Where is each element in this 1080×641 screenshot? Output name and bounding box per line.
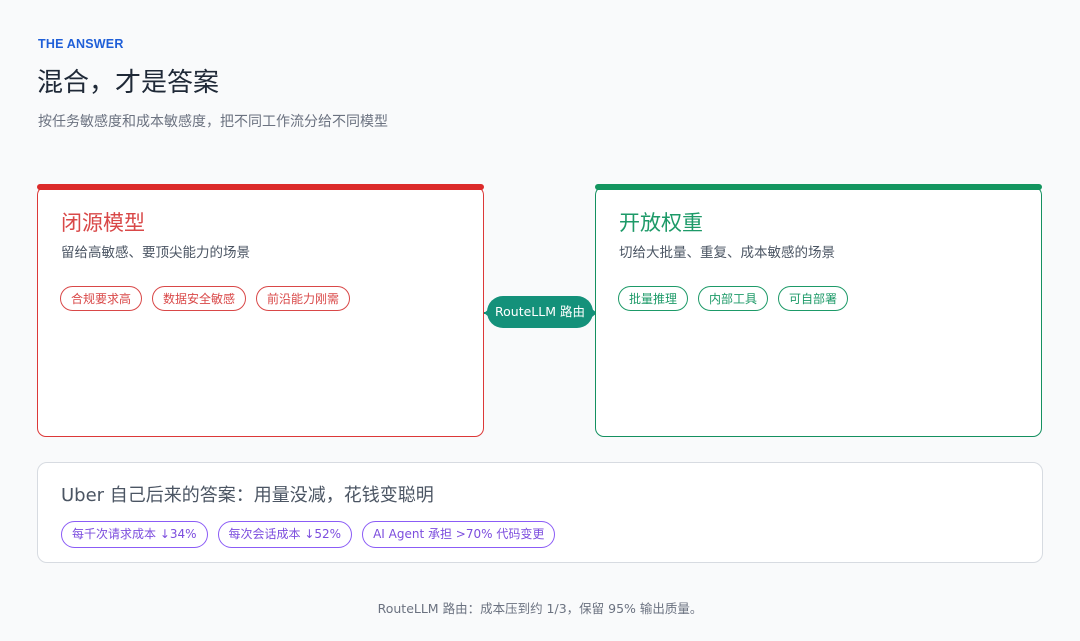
open-weights-card: 开放权重 切给大批量、重复、成本敏感的场景 批量推理 内部工具 可自部署 — [595, 184, 1042, 437]
open-card-description: 切给大批量、重复、成本敏感的场景 — [619, 245, 835, 261]
uber-answer-title: Uber 自己后来的答案：用量没减，花钱变聪明 — [61, 485, 434, 506]
open-card-title: 开放权重 — [619, 211, 703, 235]
open-tag-self-deploy: 可自部署 — [778, 286, 849, 311]
uber-metric-session-cost: 每次会话成本 ↓52% — [217, 521, 353, 548]
closed-card-accent-bar — [37, 184, 484, 190]
uber-metric-agent-share: AI Agent 承担 >70% 代码变更 — [362, 521, 556, 548]
page-subtitle: 按任务敏感度和成本敏感度，把不同工作流分给不同模型 — [38, 114, 388, 130]
uber-metric-request-cost: 每千次请求成本 ↓34% — [61, 521, 208, 548]
closed-tag-compliance: 合规要求高 — [60, 286, 143, 311]
closed-tag-data-security: 数据安全敏感 — [152, 286, 247, 311]
footer-note: RouteLLM 路由：成本压到约 1/3，保留 95% 输出质量。 — [377, 601, 703, 616]
section-eyebrow: THE ANSWER — [38, 37, 124, 51]
open-tag-batch: 批量推理 — [618, 286, 689, 311]
closed-tag-frontier: 前沿能力刚需 — [256, 286, 351, 311]
routellm-router-badge: RouteLLM 路由 — [487, 296, 593, 328]
closed-card-tags: 合规要求高 数据安全敏感 前沿能力刚需 — [60, 286, 351, 311]
uber-metric-tags: 每千次请求成本 ↓34% 每次会话成本 ↓52% AI Agent 承担 >70… — [61, 521, 556, 548]
uber-answer-panel: Uber 自己后来的答案：用量没减，花钱变聪明 每千次请求成本 ↓34% 每次会… — [37, 462, 1043, 563]
closed-model-card: 闭源模型 留给高敏感、要顶尖能力的场景 合规要求高 数据安全敏感 前沿能力刚需 — [37, 184, 484, 437]
open-card-tags: 批量推理 内部工具 可自部署 — [618, 286, 849, 311]
open-card-accent-bar — [595, 184, 1042, 190]
open-tag-internal-tools: 内部工具 — [698, 286, 769, 311]
page-title: 混合，才是答案 — [37, 68, 220, 98]
closed-card-title: 闭源模型 — [61, 211, 145, 235]
closed-card-description: 留给高敏感、要顶尖能力的场景 — [61, 245, 250, 261]
